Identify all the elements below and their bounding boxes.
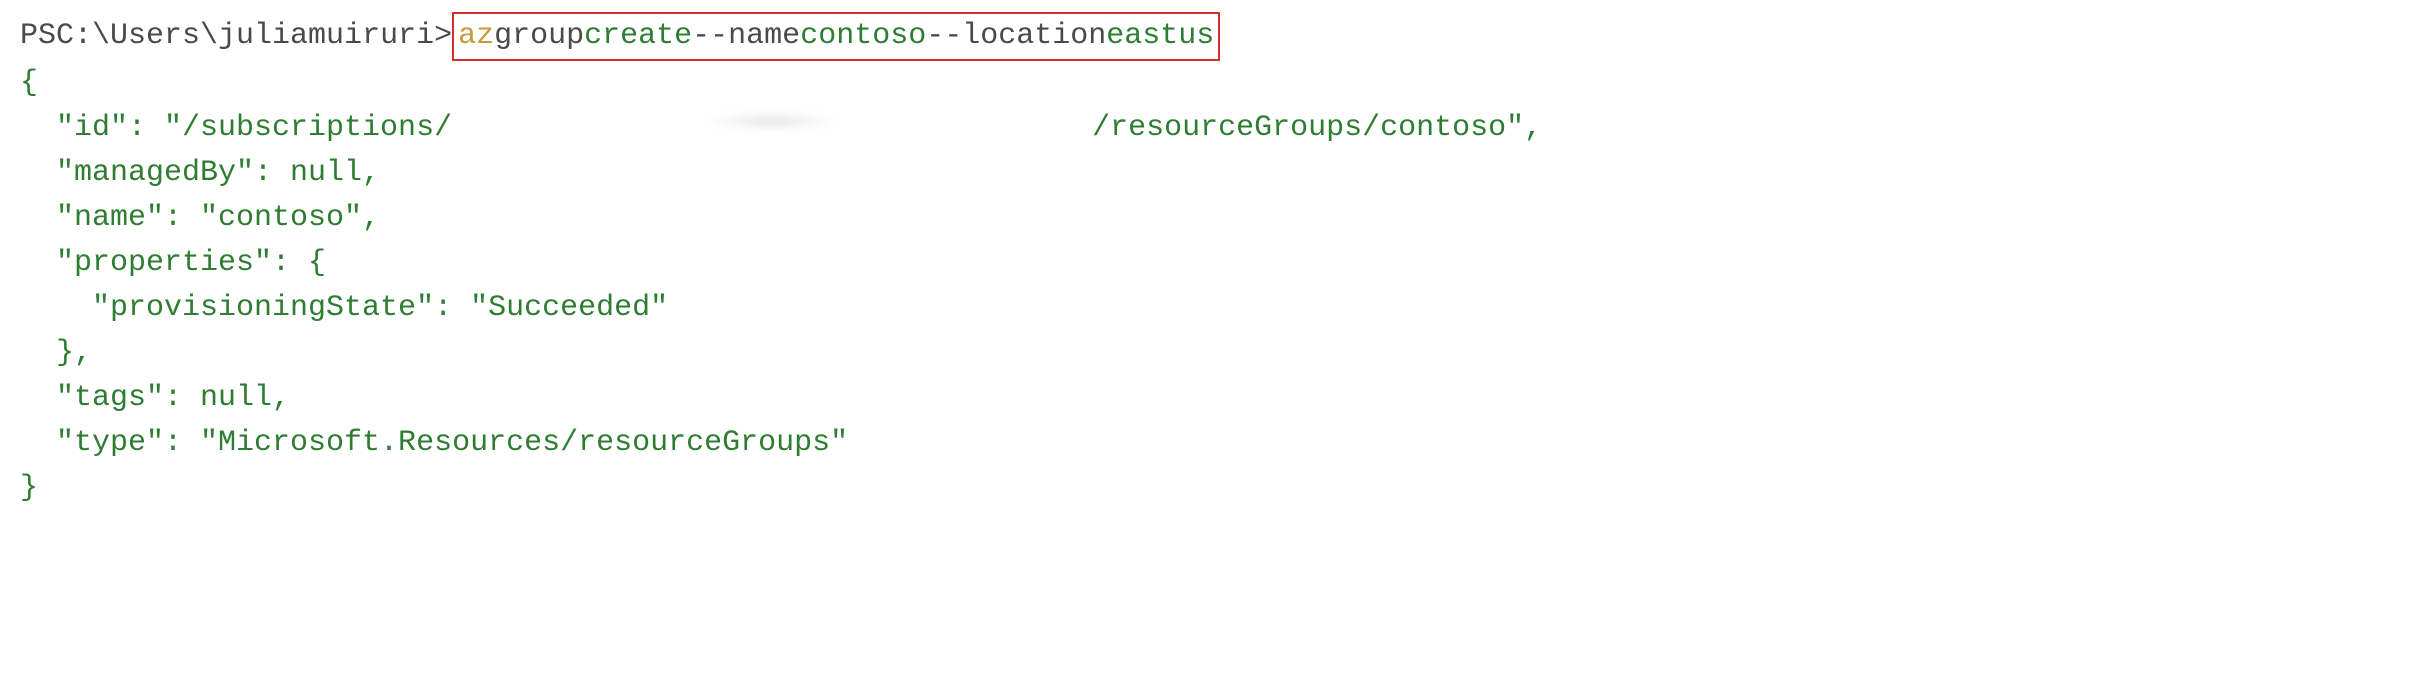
json-properties-open: "properties": { <box>20 241 2410 286</box>
ps-prompt-suffix: > <box>434 14 452 59</box>
json-id-key: "id": "/subscriptions/ <box>20 106 452 151</box>
command-create: create <box>584 14 692 59</box>
json-id-tail: /resourceGroups/contoso", <box>1092 106 1542 151</box>
json-type: "type": "Microsoft.Resources/resourceGro… <box>20 421 2410 466</box>
ps-prompt-path: C:\Users\juliamuiruri <box>56 14 434 59</box>
json-properties-close: }, <box>20 331 2410 376</box>
json-output: { "id": "/subscriptions/ /resourceGroups… <box>20 61 2410 511</box>
json-name: "name": "contoso", <box>20 196 2410 241</box>
command-group: group <box>494 14 584 59</box>
json-brace-open: { <box>20 61 2410 106</box>
flag-location: --location <box>926 14 1106 59</box>
ps-prompt-prefix: PS <box>20 14 56 59</box>
json-id-line: "id": "/subscriptions/ /resourceGroups/c… <box>20 106 2410 151</box>
value-location: eastus <box>1106 14 1214 59</box>
json-provisioning-state: "provisioningState": "Succeeded" <box>20 286 2410 331</box>
json-brace-close: } <box>20 466 2410 511</box>
terminal-output: PS C:\Users\juliamuiruri > az group crea… <box>20 12 2410 511</box>
redacted-subscription-id <box>452 107 1092 135</box>
command-az: az <box>458 14 494 59</box>
json-managedby: "managedBy": null, <box>20 151 2410 196</box>
value-name: contoso <box>800 14 926 59</box>
json-tags: "tags": null, <box>20 376 2410 421</box>
command-line: PS C:\Users\juliamuiruri > az group crea… <box>20 12 2410 61</box>
command-highlight-box: az group create --name contoso --locatio… <box>452 12 1220 61</box>
flag-name: --name <box>692 14 800 59</box>
